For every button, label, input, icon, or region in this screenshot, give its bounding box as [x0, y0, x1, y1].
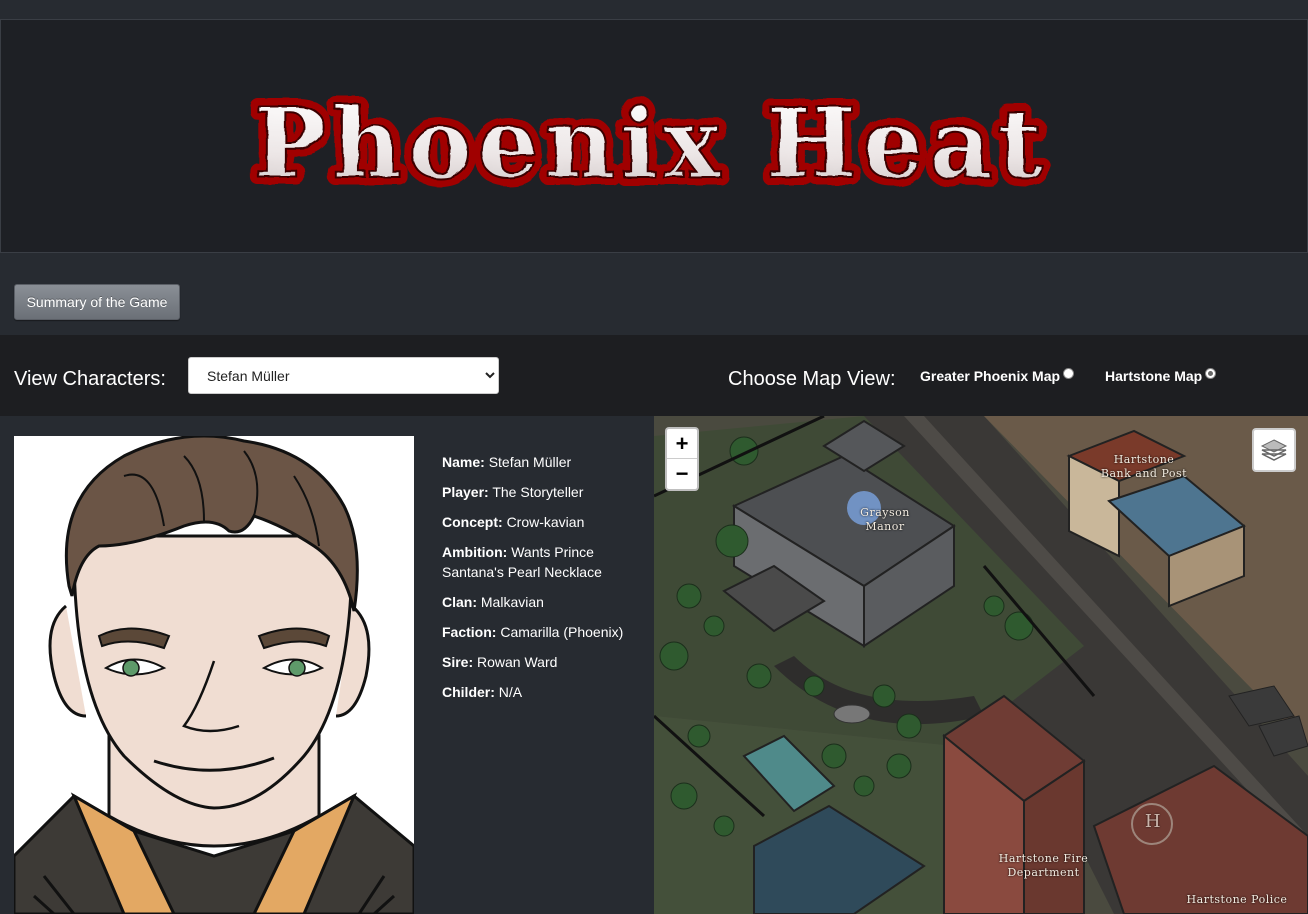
banner-title: Phoenix Heat: [254, 87, 1048, 200]
summary-button[interactable]: Summary of the Game: [14, 284, 180, 320]
zoom-control: + −: [665, 427, 699, 491]
hartstone-map-label: Hartstone Map: [1105, 368, 1203, 384]
info-row-player: Player: The Storyteller: [442, 484, 584, 500]
character-panel: Name: Stefan Müller Player: The Storytel…: [0, 416, 1308, 914]
toolbar: Summary of the Game: [0, 253, 1308, 335]
site-banner: Phoenix Heat Phoenix Heat: [0, 19, 1308, 253]
bank-label: Hartstone Bank and Post: [1100, 453, 1188, 480]
layers-button[interactable]: [1252, 428, 1296, 472]
view-characters-label: View Characters:: [14, 368, 166, 390]
zoom-out-button[interactable]: −: [667, 459, 697, 489]
helipad-icon: H: [1144, 811, 1162, 832]
radio-selected-icon[interactable]: [1205, 367, 1217, 379]
map-view-label: Choose Map View:: [728, 368, 896, 390]
portrait-illustration: [14, 436, 414, 914]
character-info: Name: Stefan Müller Player: The Storytel…: [442, 452, 642, 712]
layers-icon: [1260, 439, 1288, 461]
info-row-name: Name: Stefan Müller: [442, 454, 572, 470]
police-label: Hartstone Police: [1186, 893, 1288, 906]
info-row-ambition: Ambition: Wants Prince Santana's Pearl N…: [442, 544, 602, 580]
grayson-manor-label: Grayson Manor: [860, 506, 910, 533]
hartstone-map[interactable]: Grayson Manor Hartstone Bank and Post Ha…: [654, 416, 1308, 914]
info-row-sire: Sire: Rowan Ward: [442, 654, 558, 670]
info-row-childer: Childer: N/A: [442, 684, 523, 700]
radio-icon[interactable]: [1063, 367, 1075, 379]
zoom-in-button[interactable]: +: [667, 429, 697, 459]
character-select[interactable]: Stefan Müller: [188, 357, 499, 394]
phoenix-heat-logo: Phoenix Heat Phoenix Heat: [246, 79, 1050, 208]
info-row-clan: Clan: Malkavian: [442, 594, 544, 610]
greater-phoenix-map-radio[interactable]: Greater Phoenix Map: [920, 367, 1075, 384]
map-tiles: [654, 416, 1308, 914]
hartstone-map-radio[interactable]: Hartstone Map: [1105, 367, 1217, 384]
info-row-concept: Concept: Crow-kavian: [442, 514, 585, 530]
character-portrait: [14, 436, 414, 914]
control-bar: View Characters: Stefan Müller Choose Ma…: [0, 335, 1308, 416]
info-row-faction: Faction: Camarilla (Phoenix): [442, 624, 624, 640]
fire-department-label: Hartstone Fire Department: [998, 852, 1089, 879]
top-strip: [0, 0, 1308, 19]
greater-phoenix-map-label: Greater Phoenix Map: [920, 368, 1061, 384]
